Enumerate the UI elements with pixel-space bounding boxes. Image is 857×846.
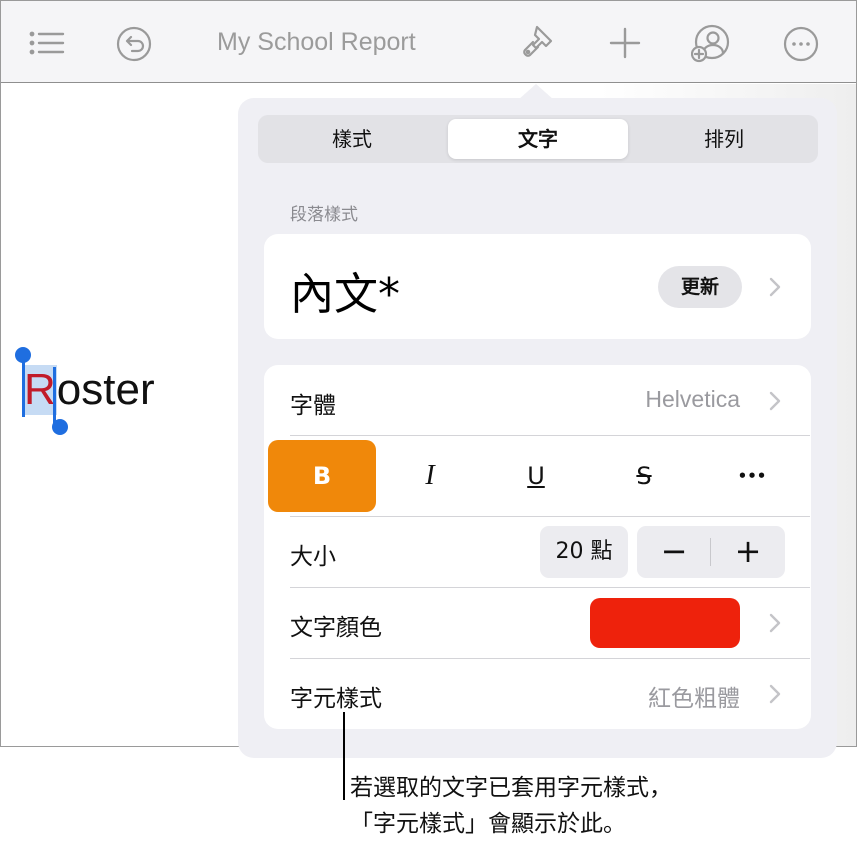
collaborate-icon[interactable] — [690, 23, 731, 63]
toolbar: My School Report — [1, 1, 856, 83]
callout-line-1: 若選取的文字已套用字元樣式， — [350, 775, 672, 801]
callout-line — [343, 712, 345, 800]
font-label: 字體 — [290, 393, 336, 419]
format-tabs: 樣式 文字 排列 — [258, 115, 818, 163]
selection-end-handle[interactable] — [52, 419, 68, 435]
selection-end-caret — [53, 367, 56, 427]
selected-text[interactable]: R — [23, 365, 57, 415]
divider — [290, 516, 810, 517]
tab-text[interactable]: 文字 — [448, 119, 628, 159]
document-text[interactable]: Roster — [23, 365, 155, 415]
font-value[interactable]: Helvetica — [560, 386, 740, 413]
more-icon[interactable] — [781, 23, 821, 63]
underline-button[interactable]: U — [482, 440, 590, 512]
divider — [290, 587, 810, 588]
callout-line-2: 「字元樣式」會顯示於此。 — [350, 811, 626, 837]
chevron-right-icon — [768, 276, 782, 298]
size-stepper: − + — [637, 526, 785, 578]
chevron-right-icon[interactable] — [768, 612, 782, 634]
selection-start-caret — [22, 357, 25, 417]
unselected-text: oster — [56, 365, 155, 414]
more-format-button[interactable]: ••• — [698, 440, 806, 512]
text-color-swatch[interactable] — [590, 598, 740, 648]
text-color-label: 文字顏色 — [290, 615, 382, 641]
size-increase-button[interactable]: + — [711, 526, 785, 578]
undo-icon[interactable] — [114, 23, 154, 63]
character-style-value[interactable]: 紅色粗體 — [560, 679, 740, 713]
tab-style[interactable]: 樣式 — [262, 119, 442, 159]
plus-icon[interactable] — [605, 23, 645, 63]
divider — [290, 435, 810, 436]
character-style-label: 字元樣式 — [290, 686, 382, 712]
tab-arrange[interactable]: 排列 — [634, 119, 814, 159]
size-decrease-button[interactable]: − — [637, 526, 711, 578]
size-label: 大小 — [290, 544, 336, 570]
callout-text: 若選取的文字已套用字元樣式， 「字元樣式」會顯示於此。 — [350, 770, 672, 842]
paragraph-style-name: 內文* — [290, 269, 400, 320]
selection-start-handle[interactable] — [15, 347, 31, 363]
bold-button[interactable]: B — [268, 440, 376, 512]
paragraph-style-header: 段落樣式 — [290, 205, 358, 225]
document-title[interactable]: My School Report — [217, 28, 416, 57]
strikethrough-button[interactable]: S — [590, 440, 698, 512]
chevron-right-icon[interactable] — [768, 390, 782, 412]
list-icon[interactable] — [26, 23, 66, 63]
size-value[interactable]: 20 點 — [540, 526, 628, 578]
paintbrush-icon[interactable] — [517, 23, 557, 63]
italic-button[interactable]: I — [376, 440, 484, 512]
chevron-right-icon[interactable] — [768, 683, 782, 705]
update-button[interactable]: 更新 — [658, 266, 742, 308]
divider — [290, 658, 810, 659]
